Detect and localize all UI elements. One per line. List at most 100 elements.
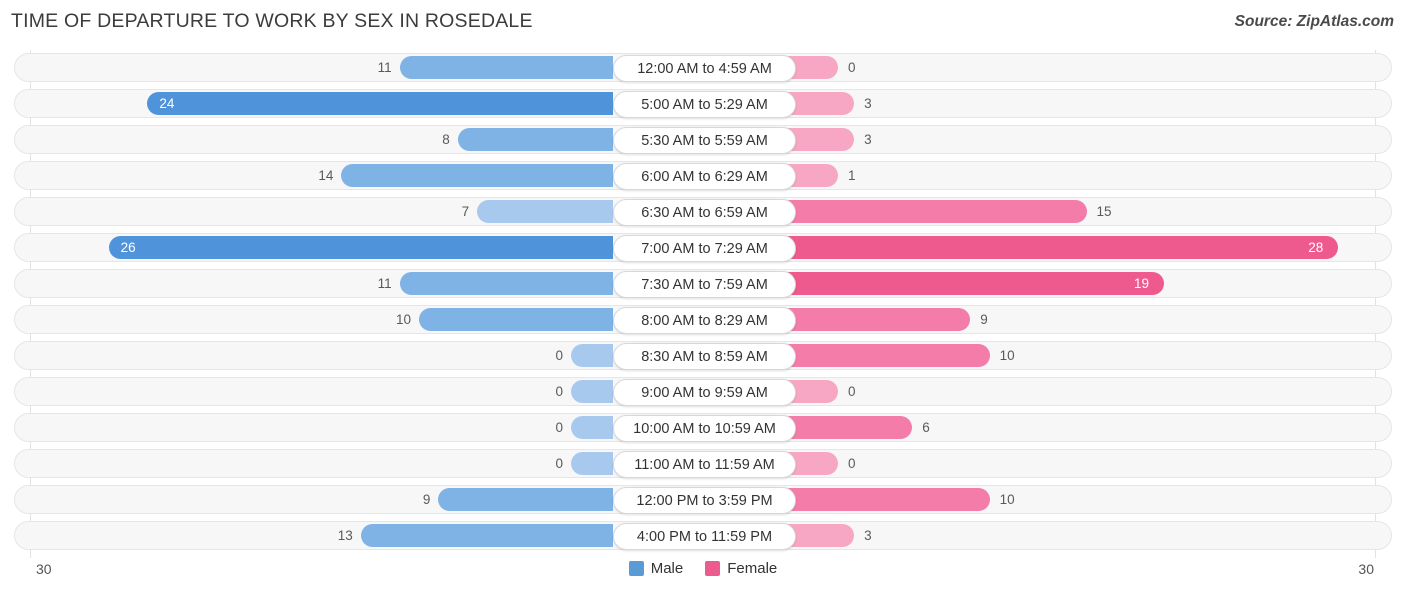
row-content: 13 3 4:00 PM to 11:59 PM: [15, 522, 1391, 550]
category-label-text: 10:00 AM to 10:59 AM: [633, 420, 776, 437]
category-label-pill[interactable]: 6:30 AM to 6:59 AM: [613, 199, 796, 226]
bar-male[interactable]: [399, 56, 613, 79]
page-title: TIME OF DEPARTURE TO WORK BY SEX IN ROSE…: [11, 10, 533, 32]
value-label-male: 9: [422, 492, 431, 507]
value-label-male: 26: [120, 240, 136, 255]
chart-legend: Male Female: [0, 560, 1406, 577]
category-label-text: 8:30 AM to 8:59 AM: [641, 348, 768, 365]
value-label-male: 8: [442, 132, 450, 147]
chart-plot-area: 11 0 12:00 AM to 4:59 AM 24 3 5:00 AM to 5:29…: [0, 50, 1406, 558]
value-label-female: 10: [999, 348, 1015, 363]
bar-female[interactable]: [782, 488, 990, 511]
category-label-pill[interactable]: 5:30 AM to 5:59 AM: [613, 127, 796, 154]
row-content: 0 0 9:00 AM to 9:59 AM: [15, 378, 1391, 406]
category-label-pill[interactable]: 7:30 AM to 7:59 AM: [613, 271, 796, 298]
value-label-male: 0: [555, 384, 563, 399]
table-row[interactable]: 0 0 11:00 AM to 11:59 AM: [14, 449, 1392, 478]
bar-male[interactable]: [457, 128, 613, 151]
value-label-female: 0: [848, 384, 856, 399]
category-label-pill[interactable]: 5:00 AM to 5:29 AM: [613, 91, 796, 118]
table-row[interactable]: 11 0 12:00 AM to 4:59 AM: [14, 53, 1392, 82]
category-label-pill[interactable]: 8:00 AM to 8:29 AM: [613, 307, 796, 334]
table-row[interactable]: 26 28 7:00 AM to 7:29 AM: [14, 233, 1392, 262]
category-label-pill[interactable]: 11:00 AM to 11:59 AM: [613, 451, 796, 478]
category-label-pill[interactable]: 7:00 AM to 7:29 AM: [613, 235, 796, 262]
table-row[interactable]: 10 9 8:00 AM to 8:29 AM: [14, 305, 1392, 334]
value-label-male: 11: [377, 60, 392, 75]
bar-male[interactable]: [147, 92, 613, 115]
row-content: 0 0 11:00 AM to 11:59 AM: [15, 450, 1391, 478]
row-content: 10 9 8:00 AM to 8:29 AM: [15, 306, 1391, 334]
value-label-male: 13: [337, 528, 353, 543]
row-content: 24 3 5:00 AM to 5:29 AM: [15, 90, 1391, 118]
category-label-pill[interactable]: 9:00 AM to 9:59 AM: [613, 379, 796, 406]
bar-female[interactable]: [782, 236, 1339, 259]
table-row[interactable]: 11 19 7:30 AM to 7:59 AM: [14, 269, 1392, 298]
row-content: 14 1 6:00 AM to 6:29 AM: [15, 162, 1391, 190]
bar-male[interactable]: [477, 200, 613, 223]
row-content: 11 19 7:30 AM to 7:59 AM: [15, 270, 1391, 298]
value-label-female: 3: [864, 132, 872, 147]
category-label-pill[interactable]: 4:00 PM to 11:59 PM: [613, 523, 796, 550]
legend-label-male: Male: [650, 560, 684, 577]
category-label-text: 5:30 AM to 5:59 AM: [641, 132, 768, 149]
bar-male[interactable]: [571, 344, 613, 367]
value-label-female: 10: [999, 492, 1015, 507]
value-label-male: 0: [555, 456, 563, 471]
bar-female[interactable]: [782, 416, 913, 439]
table-row[interactable]: 8 3 5:30 AM to 5:59 AM: [14, 125, 1392, 154]
row-content: 8 3 5:30 AM to 5:59 AM: [15, 126, 1391, 154]
bar-male[interactable]: [438, 488, 613, 511]
table-row[interactable]: 24 3 5:00 AM to 5:29 AM: [14, 89, 1392, 118]
bar-female[interactable]: [782, 200, 1087, 223]
bar-male[interactable]: [571, 380, 613, 403]
value-label-female: 19: [1133, 276, 1149, 291]
bar-female[interactable]: [782, 272, 1164, 295]
legend-item-female[interactable]: Female: [705, 560, 777, 577]
category-label-pill[interactable]: 12:00 PM to 3:59 PM: [613, 487, 796, 514]
value-label-female: 0: [848, 456, 856, 471]
bar-female[interactable]: [782, 344, 990, 367]
bar-male[interactable]: [419, 308, 613, 331]
value-label-male: 7: [461, 204, 470, 219]
value-label-female: 0: [848, 60, 856, 75]
category-label-text: 4:00 PM to 11:59 PM: [636, 528, 773, 545]
table-row[interactable]: 7 15 6:30 AM to 6:59 AM: [14, 197, 1392, 226]
legend-label-female: Female: [727, 560, 778, 577]
category-label-pill[interactable]: 10:00 AM to 10:59 AM: [613, 415, 796, 442]
table-row[interactable]: 0 10 8:30 AM to 8:59 AM: [14, 341, 1392, 370]
table-row[interactable]: 14 1 6:00 AM to 6:29 AM: [14, 161, 1392, 190]
category-label-pill[interactable]: 12:00 AM to 4:59 AM: [613, 55, 796, 82]
category-label-text: 8:00 AM to 8:29 AM: [641, 312, 768, 329]
bar-male[interactable]: [571, 416, 613, 439]
source-attribution: Source: ZipAtlas.com: [1234, 13, 1394, 30]
category-label-text: 11:00 AM to 11:59 AM: [634, 456, 775, 473]
value-label-male: 0: [555, 348, 563, 363]
value-label-female: 3: [864, 528, 872, 543]
table-row[interactable]: 0 0 9:00 AM to 9:59 AM: [14, 377, 1392, 406]
row-content: 26 28 7:00 AM to 7:29 AM: [15, 234, 1391, 262]
row-content: 0 6 10:00 AM to 10:59 AM: [15, 414, 1391, 442]
value-label-female: 28: [1308, 240, 1324, 255]
value-label-female: 3: [864, 96, 872, 111]
bar-male[interactable]: [108, 236, 613, 259]
bar-male[interactable]: [399, 272, 613, 295]
category-label-pill[interactable]: 8:30 AM to 8:59 AM: [613, 343, 796, 370]
category-label-text: 7:00 AM to 7:29 AM: [641, 240, 768, 257]
table-row[interactable]: 0 6 10:00 AM to 10:59 AM: [14, 413, 1392, 442]
value-label-female: 15: [1096, 204, 1112, 219]
category-label-text: 12:00 PM to 3:59 PM: [636, 492, 773, 509]
bar-female[interactable]: [782, 308, 971, 331]
category-label-pill[interactable]: 6:00 AM to 6:29 AM: [613, 163, 796, 190]
row-content: 0 10 8:30 AM to 8:59 AM: [15, 342, 1391, 370]
legend-swatch-female: [705, 561, 721, 576]
legend-item-male[interactable]: Male: [628, 560, 684, 577]
bar-male[interactable]: [341, 164, 613, 187]
table-row[interactable]: 13 3 4:00 PM to 11:59 PM: [14, 521, 1392, 550]
value-label-female: 6: [922, 420, 930, 435]
bar-male[interactable]: [571, 452, 613, 475]
value-label-male: 14: [318, 168, 334, 183]
table-row[interactable]: 9 10 12:00 PM to 3:59 PM: [14, 485, 1392, 514]
category-label-text: 7:30 AM to 7:59 AM: [641, 276, 768, 293]
bar-male[interactable]: [360, 524, 613, 547]
